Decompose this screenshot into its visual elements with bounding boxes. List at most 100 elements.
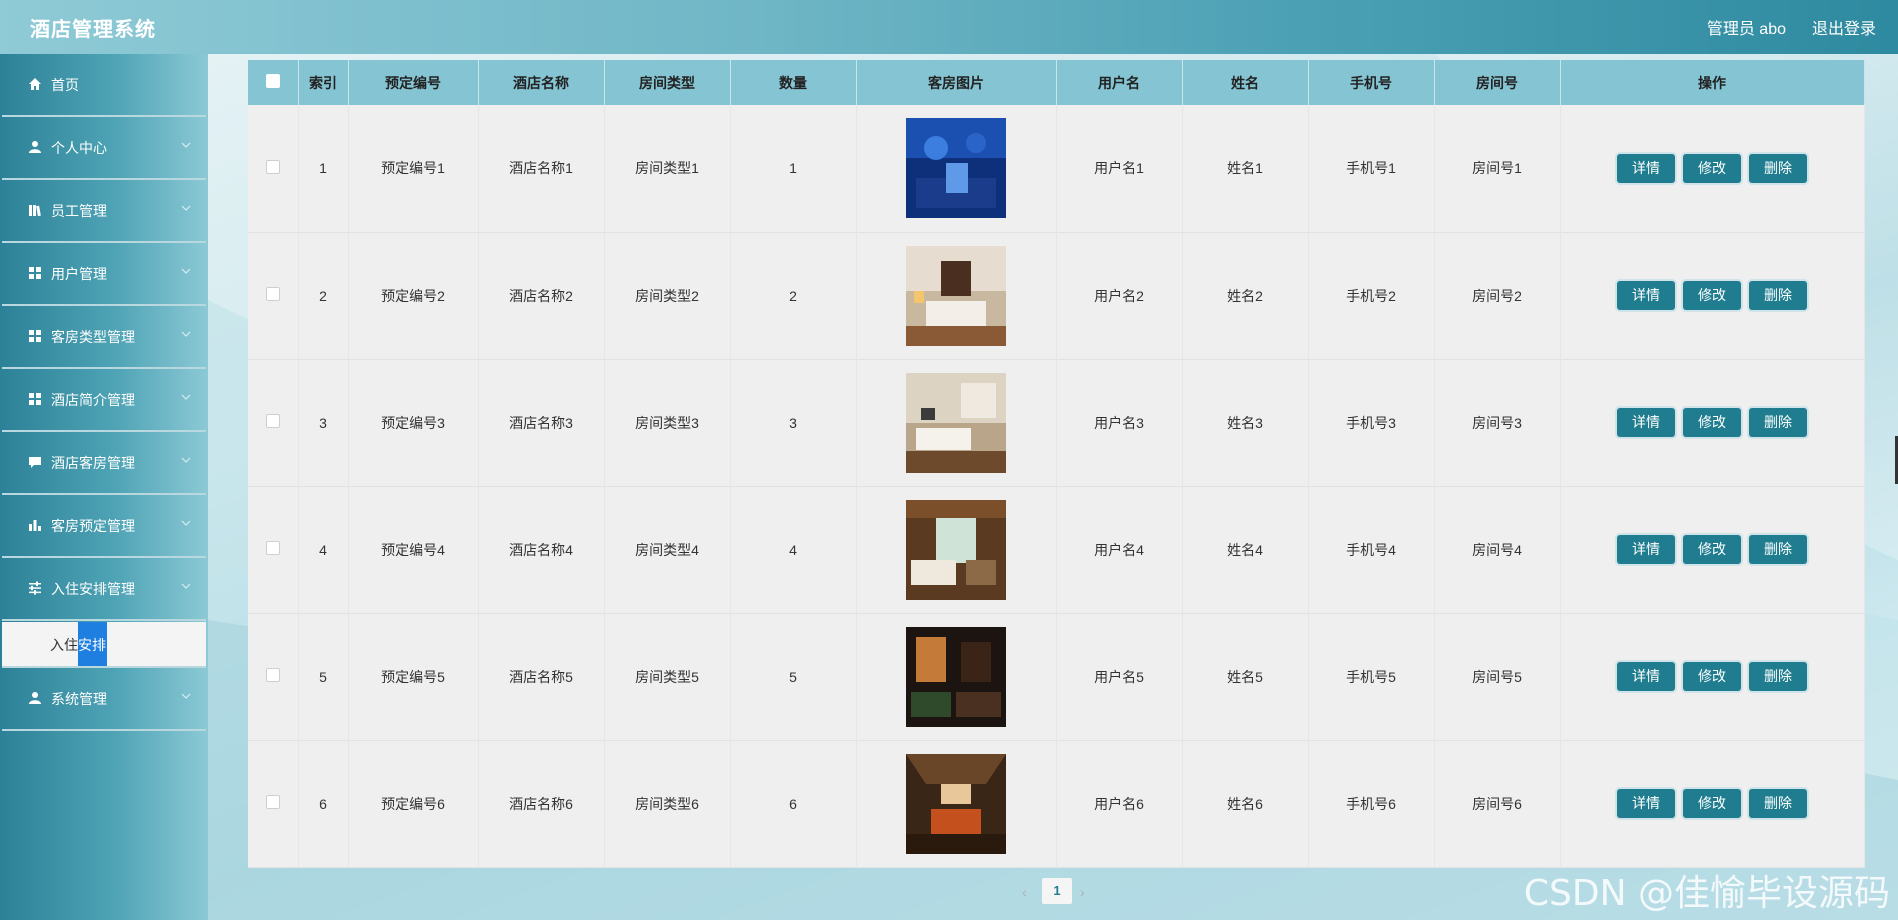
chevron-down-icon [181, 331, 191, 337]
detail-button[interactable]: 详情 [1617, 153, 1675, 183]
cell-room-type: 房间类型1 [604, 105, 731, 232]
cell-qty: 4 [730, 486, 857, 613]
sidebar-item-label: 酒店简介管理 [51, 392, 135, 408]
row-select-cell[interactable] [248, 486, 299, 613]
cell-booking-no: 预定编号3 [348, 359, 479, 486]
delete-button[interactable]: 删除 [1749, 789, 1807, 818]
cell-room-no: 房间号6 [1434, 740, 1561, 867]
delete-button[interactable]: 删除 [1749, 408, 1807, 437]
detail-button[interactable]: 详情 [1617, 662, 1675, 691]
sidebar-item-staff[interactable]: 员工管理 [2, 180, 206, 243]
logout-link[interactable]: 退出登录 [1812, 15, 1876, 39]
grid-icon [29, 267, 41, 279]
sidebar-item-label: 酒店客房管理 [51, 455, 135, 471]
cell-qty: 3 [730, 359, 857, 486]
sidebar-item-label: 用户管理 [51, 266, 107, 282]
comment-icon [29, 457, 41, 468]
col-header-hotel-name: 酒店名称 [478, 60, 605, 105]
cell-room-image [856, 105, 1057, 232]
row-select-cell[interactable] [248, 613, 299, 740]
grid-icon [29, 393, 41, 405]
row-select-cell[interactable] [248, 105, 299, 232]
delete-button[interactable]: 删除 [1749, 281, 1807, 310]
chevron-down-icon [181, 205, 191, 211]
row-select-cell[interactable] [248, 359, 299, 486]
cell-room-no: 房间号4 [1434, 486, 1561, 613]
row-checkbox[interactable] [265, 541, 280, 555]
submenu-label: 入住安排 [50, 635, 106, 655]
detail-button[interactable]: 详情 [1617, 535, 1675, 564]
cell-room-type: 房间类型3 [604, 359, 731, 486]
sidebar-item-room-types[interactable]: 客房类型管理 [2, 306, 206, 369]
row-select-cell[interactable] [248, 232, 299, 359]
cell-username: 用户名3 [1056, 359, 1183, 486]
row-checkbox[interactable] [265, 159, 280, 174]
cell-booking-no: 预定编号6 [348, 740, 479, 867]
cell-index: 1 [298, 105, 349, 232]
select-all-checkbox[interactable] [265, 74, 280, 88]
delete-button[interactable]: 删除 [1749, 153, 1807, 183]
page-1-button[interactable]: 1 [1042, 878, 1072, 904]
chevron-down-icon [181, 457, 191, 463]
sidebar-item-label: 客房预定管理 [51, 518, 135, 534]
cell-room-type: 房间类型2 [604, 232, 731, 359]
row-checkbox[interactable] [265, 414, 280, 428]
cell-booking-no: 预定编号4 [348, 486, 479, 613]
chevron-down-icon [181, 394, 191, 400]
user-icon [29, 141, 41, 153]
pagination: ‹ 1 › [1012, 878, 1122, 904]
cell-room-no: 房间号5 [1434, 613, 1561, 740]
next-page-button[interactable]: › [1080, 884, 1085, 900]
cell-actions: 详情 修改 删除 [1560, 105, 1865, 232]
prev-page-button[interactable]: ‹ [1022, 884, 1027, 900]
cell-hotel: 酒店名称5 [478, 613, 605, 740]
grid-icon [29, 330, 41, 342]
sidebar-item-label: 客房类型管理 [51, 329, 135, 345]
cell-actions: 详情 修改 删除 [1560, 740, 1865, 867]
cell-room-image [856, 740, 1057, 867]
cell-username: 用户名1 [1056, 105, 1183, 232]
edit-button[interactable]: 修改 [1683, 281, 1741, 310]
table-row: 2 预定编号2 酒店名称2 房间类型2 2 用户名2 姓名2 手机号2 房间号2 [248, 232, 1865, 359]
sidebar-item-users[interactable]: 用户管理 [2, 243, 206, 306]
sidebar-item-label: 员工管理 [51, 203, 107, 219]
delete-button[interactable]: 删除 [1749, 662, 1807, 691]
row-select-cell[interactable] [248, 740, 299, 867]
cell-username: 用户名2 [1056, 232, 1183, 359]
room-image [906, 499, 1006, 600]
delete-button[interactable]: 删除 [1749, 535, 1807, 564]
sidebar-item-system[interactable]: 系统管理 [2, 668, 206, 731]
cell-room-image [856, 232, 1057, 359]
col-header-room-image: 客房图片 [856, 60, 1057, 105]
row-checkbox[interactable] [265, 668, 280, 682]
sidebar-item-personal-center[interactable]: 个人中心 [2, 117, 206, 180]
cell-hotel: 酒店名称1 [478, 105, 605, 232]
sidebar-item-hotel-intro[interactable]: 酒店简介管理 [2, 369, 206, 432]
row-checkbox[interactable] [265, 795, 280, 809]
cell-hotel: 酒店名称4 [478, 486, 605, 613]
sidebar-item-home[interactable]: 首页 [2, 54, 206, 117]
sidebar-item-room-booking[interactable]: 客房预定管理 [2, 495, 206, 558]
detail-button[interactable]: 详情 [1617, 789, 1675, 818]
edit-button[interactable]: 修改 [1683, 535, 1741, 564]
detail-button[interactable]: 详情 [1617, 408, 1675, 437]
cell-room-image [856, 613, 1057, 740]
sidebar-item-check-in[interactable]: 入住安排管理 [2, 558, 206, 621]
sidebar-item-hotel-rooms[interactable]: 酒店客房管理 [2, 432, 206, 495]
row-checkbox[interactable] [265, 287, 280, 301]
table-row: 1 预定编号1 酒店名称1 房间类型1 1 用户名1 姓名1 手机号1 房间号1 [248, 105, 1865, 232]
edit-button[interactable]: 修改 [1683, 153, 1741, 183]
sidebar-item-label: 首页 [51, 77, 79, 93]
cell-booking-no: 预定编号5 [348, 613, 479, 740]
cell-room-no: 房间号3 [1434, 359, 1561, 486]
cell-room-type: 房间类型4 [604, 486, 731, 613]
edit-button[interactable]: 修改 [1683, 789, 1741, 818]
cell-actions: 详情 修改 删除 [1560, 613, 1865, 740]
select-all-cell[interactable] [248, 60, 299, 105]
detail-button[interactable]: 详情 [1617, 281, 1675, 310]
submenu-check-in-arrangement[interactable]: 入住安排 [2, 622, 206, 668]
edit-button[interactable]: 修改 [1683, 408, 1741, 437]
cell-name: 姓名3 [1182, 359, 1309, 486]
room-image [906, 753, 1006, 854]
edit-button[interactable]: 修改 [1683, 662, 1741, 691]
